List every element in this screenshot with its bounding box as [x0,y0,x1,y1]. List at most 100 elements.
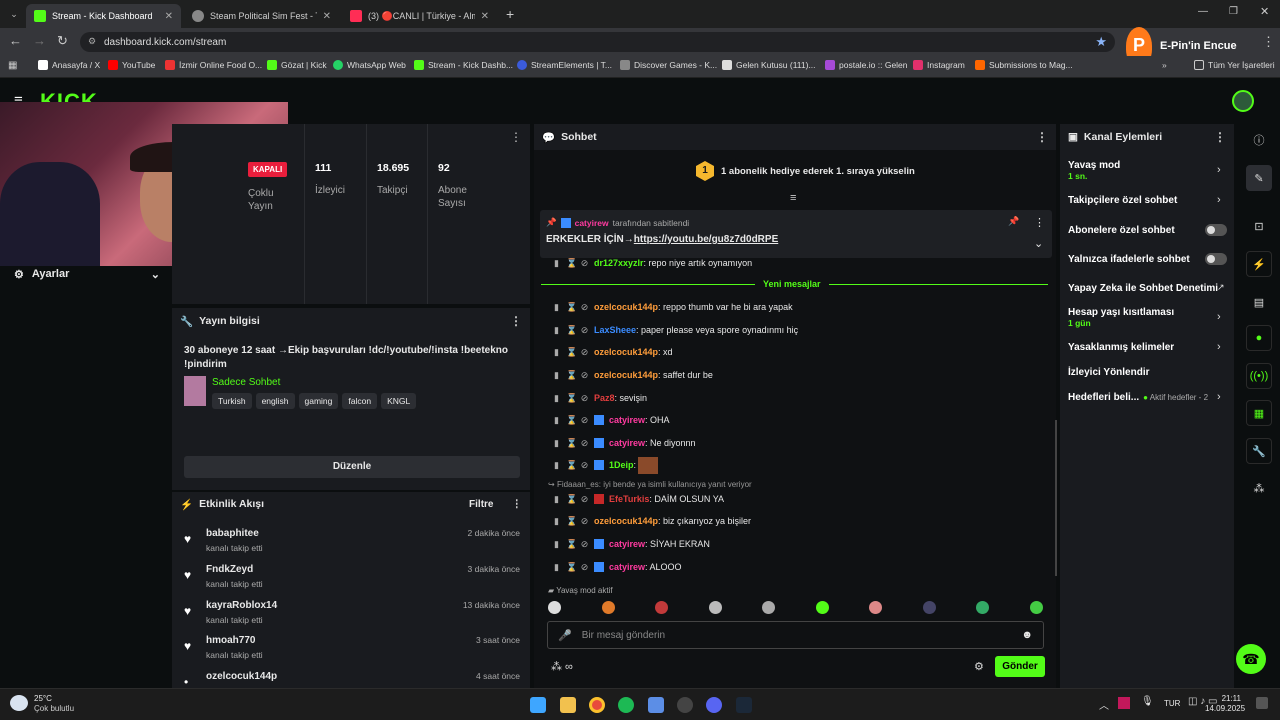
chat-username[interactable]: EfeTurkis [609,494,649,504]
tab-kick-dashboard[interactable]: Stream - Kick Dashboard ✕ [26,4,181,28]
ban-icon[interactable]: ⊘ [580,539,589,549]
chat-message[interactable]: ▮ ⌛ ⊘ dr127xxyzlr: repo niye artık oynamıyo… [552,258,752,268]
chat-username[interactable]: Paz8 [594,393,615,403]
timeout-icon[interactable]: ⌛ [566,302,577,312]
chat-username[interactable]: ozelcocuk144p [594,370,658,380]
timeout-icon[interactable]: ⌛ [566,347,577,357]
spotify-icon[interactable] [618,697,634,713]
menu-icon[interactable]: ⋮ [1262,34,1275,50]
chat-username[interactable]: catyirew [609,539,645,549]
emote[interactable] [708,601,722,614]
trash-icon[interactable]: ▮ [552,302,561,312]
chevron-right-icon[interactable]: › [1217,341,1221,353]
timeout-icon[interactable]: ⌛ [566,415,577,425]
chat-username[interactable]: LaxSheee [594,325,636,335]
wrench-icon[interactable]: 🔧 [1246,438,1272,464]
share-icon[interactable]: ⁂ [1246,475,1272,501]
emote[interactable] [548,601,561,614]
chat-message[interactable]: ▮ ⌛ ⊘ LaxSheee: paper please veya spore oyn… [552,325,798,335]
emote[interactable] [976,601,990,614]
chat-scrollbar[interactable] [1055,420,1057,576]
edit-icon[interactable]: ✎ [1246,165,1272,191]
timeout-icon[interactable]: ⌛ [566,393,577,403]
age-limit-action[interactable]: Hesap yaşı kısıtlaması 1 gün [1068,307,1174,328]
chat-username[interactable]: catyirew [609,438,645,448]
bookmark-youtube[interactable]: YouTube [108,60,155,70]
back-icon[interactable]: ← [9,33,22,48]
info-icon[interactable]: ⓘ [1246,127,1272,153]
steam-icon[interactable] [736,697,752,713]
timeout-icon[interactable]: ⌛ [566,539,577,549]
ban-icon[interactable]: ⊘ [580,460,589,470]
settings-menu[interactable]: ⚙ Ayarlar ⌄ [14,268,160,281]
chat-message[interactable]: ▮ ⌛ ⊘ ozelcocuk144p: saffet dur be [552,370,713,380]
trash-icon[interactable]: ▮ [552,258,561,268]
ban-icon[interactable]: ⊘ [580,438,589,448]
chat-username[interactable]: ozelcocuk144p [594,347,658,357]
activity-menu-icon[interactable]: ⋮ [512,498,523,510]
timeout-icon[interactable]: ⌛ [566,460,577,470]
tray-chevron-icon[interactable]: ︿ [1099,697,1109,712]
actions-menu-icon[interactable]: ⋮ [1214,130,1226,144]
app-icon[interactable] [648,697,664,713]
language-indicator[interactable]: TUR [1164,699,1180,708]
tab-list-button[interactable]: ⌄ [6,6,22,22]
close-icon[interactable]: ✕ [481,11,489,22]
banned-words-action[interactable]: Yasaklanmış kelimeler [1068,342,1174,353]
gift-banner[interactable]: 1 abonelik hediye ederek 1. sıraya yükse… [721,166,915,177]
chat-message[interactable]: ▮ ⌛ ⊘ ozelcocuk144p: biz çıkarıyoz ya bişil… [552,516,751,526]
avatar[interactable] [1232,90,1254,112]
bookmark-postale[interactable]: postale.io :: Gelen [825,60,908,70]
bookmark-star-icon[interactable]: ★ [1095,34,1107,50]
tag[interactable]: KNGL [381,393,417,409]
chat-username[interactable]: 1Deip [609,460,634,470]
chevron-right-icon[interactable]: › [1217,164,1221,176]
chat-message[interactable]: ▮ ⌛ ⊘ catyirew: Ne diyonnn [552,438,696,448]
clock[interactable]: 21:11 14.09.2025 [1205,694,1245,714]
timeout-icon[interactable]: ⌛ [566,516,577,526]
all-bookmarks[interactable]: Tüm Yer İşaretleri [1194,60,1275,70]
ban-icon[interactable]: ⊘ [580,347,589,357]
collapse-icon[interactable]: ≡ [790,192,796,204]
emote[interactable] [762,601,776,614]
send-button[interactable]: Gönder [995,656,1045,677]
emotes-only-toggle[interactable] [1205,253,1227,265]
start-icon[interactable] [530,697,546,713]
chat-message[interactable]: ▮ ⌛ ⊘ ozelcocuk144p: reppo thumb var he bi … [552,302,793,312]
trash-icon[interactable]: ▮ [552,438,561,448]
chat-message[interactable]: ▮ ⌛ ⊘ catyirew: OHA [552,415,670,425]
timeout-icon[interactable]: ⌛ [566,258,577,268]
ban-icon[interactable]: ⊘ [580,370,589,380]
chat-settings-icon[interactable]: ⚙ [974,660,984,673]
timeout-icon[interactable]: ⌛ [566,438,577,448]
emote[interactable] [601,601,615,614]
emote[interactable] [655,601,669,614]
trash-icon[interactable]: ▮ [552,460,561,470]
bookmark-kick-dashboard[interactable]: Stream - Kick Dashb... [414,60,513,70]
chat-bubble-icon[interactable]: ● [1246,325,1272,351]
broadcast-icon[interactable]: ((•)) [1246,363,1272,389]
ban-icon[interactable]: ⊘ [580,258,589,268]
mic-icon[interactable]: 🎙 [1141,696,1154,707]
bookmark-kick[interactable]: Gözat | Kick [267,60,327,70]
tag[interactable]: Turkish [212,393,252,409]
support-icon[interactable]: ☎ [1236,644,1266,674]
bookmark-streamelements[interactable]: StreamElements | T... [517,60,612,70]
bookmark-whatsapp[interactable]: WhatsApp Web [333,60,406,70]
bookmark-instagram[interactable]: Instagram [913,60,965,70]
trash-icon[interactable]: ▮ [552,370,561,380]
chat-input[interactable]: 🎤 Bir mesaj gönderin ☻ [547,621,1044,649]
bookmark-x[interactable]: Anasayfa / X [38,60,100,70]
edit-button[interactable]: Düzenle [184,456,520,478]
bookmark-izmir[interactable]: İzmir Online Food O... [165,60,262,70]
trash-icon[interactable]: ▮ [552,347,561,357]
subs-only-toggle[interactable] [1205,224,1227,236]
chat-tools-icon[interactable]: ⁂ ∞ [551,660,573,673]
emote[interactable] [1029,601,1043,614]
timeout-icon[interactable]: ⌛ [566,370,577,380]
emote[interactable] [869,601,883,614]
ban-icon[interactable]: ⊘ [580,494,589,504]
close-icon[interactable]: ✕ [165,11,173,22]
window-close-icon[interactable]: ✕ [1260,5,1269,18]
discord-icon[interactable] [706,697,722,713]
